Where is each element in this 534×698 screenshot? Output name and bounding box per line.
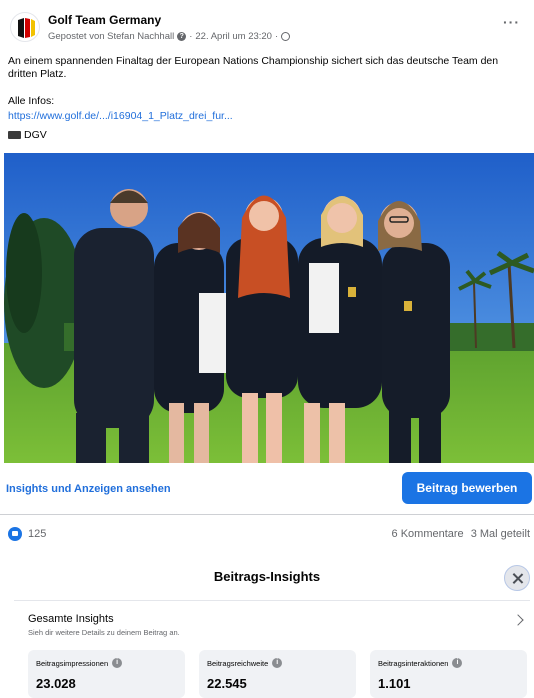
author-line[interactable]: Gepostet von Stefan Nachhall (48, 31, 174, 42)
source-label: DGV (24, 129, 47, 141)
post-photo[interactable] (4, 153, 534, 463)
globe-icon (281, 32, 291, 41)
page-avatar[interactable] (10, 12, 40, 42)
metric-label: Beitragsinteraktionen (378, 658, 449, 668)
metric-card-interactions[interactable]: Beitragsinteraktionen i 1.101 (370, 650, 527, 698)
golf-team-germany-logo (18, 18, 35, 38)
insights-and-ads-link[interactable]: Insights und Anzeigen ansehen (6, 483, 171, 495)
overall-insights-subtitle: Sieh dir weitere Details zu deinem Beitr… (28, 628, 180, 637)
infos-label: Alle Infos: (8, 95, 55, 107)
metric-card-impressions[interactable]: Beitragsimpressionen i 23.028 (28, 650, 185, 698)
info-icon[interactable]: i (112, 658, 123, 668)
help-icon[interactable]: ? (177, 32, 187, 41)
reaction-count[interactable]: 125 (28, 528, 46, 540)
shares-count[interactable]: 3 Mal geteilt (471, 528, 530, 540)
post-action-row: Insights und Anzeigen ansehen Beitrag be… (0, 463, 534, 515)
metric-label: Beitragsimpressionen (36, 658, 109, 668)
comments-count[interactable]: 6 Kommentare (392, 528, 464, 540)
info-icon[interactable]: i (272, 658, 283, 668)
info-icon[interactable]: i (452, 658, 463, 668)
metric-card-reach[interactable]: Beitragsreichweite i 22.545 (199, 650, 356, 698)
more-horizontal-icon[interactable]: ··· (503, 14, 520, 30)
post-header: Golf Team Germany Gepostet von Stefan Na… (10, 8, 526, 44)
metric-value: 1.101 (378, 676, 411, 691)
article-link[interactable]: https://www.golf.de/.../i16904_1_Platz_d… (8, 110, 233, 122)
metric-value: 22.545 (207, 676, 247, 691)
insights-title: Beitrags-Insights (213, 569, 321, 584)
post-meta: Gepostet von Stefan Nachhall ? · 22. Apr… (48, 31, 291, 42)
reactions-row: 125 6 Kommentare 3 Mal geteilt (8, 527, 530, 543)
chevron-right-icon (512, 614, 524, 626)
team-photo (4, 153, 534, 463)
page-name[interactable]: Golf Team Germany (48, 13, 161, 27)
boost-post-button[interactable]: Beitrag bewerben (402, 472, 532, 504)
overall-insights-card[interactable]: Gesamte Insights Sieh dir weitere Detail… (14, 600, 530, 644)
source-icon (8, 131, 21, 139)
post-insights-panel: Beitrags-Insights Gesamte Insights Sieh … (0, 559, 534, 698)
engagement-stats: 6 Kommentare 3 Mal geteilt (392, 528, 530, 540)
close-icon[interactable] (504, 565, 530, 591)
metric-value: 23.028 (36, 676, 76, 691)
like-icon[interactable] (8, 527, 22, 541)
source-line: DGV (8, 129, 47, 141)
post-text: An einem spannenden Finaltag der Europea… (8, 55, 499, 80)
metric-label: Beitragsreichweite (207, 658, 269, 668)
overall-insights-title: Gesamte Insights (28, 613, 114, 625)
post-timestamp[interactable]: 22. April um 23:20 (195, 31, 272, 42)
